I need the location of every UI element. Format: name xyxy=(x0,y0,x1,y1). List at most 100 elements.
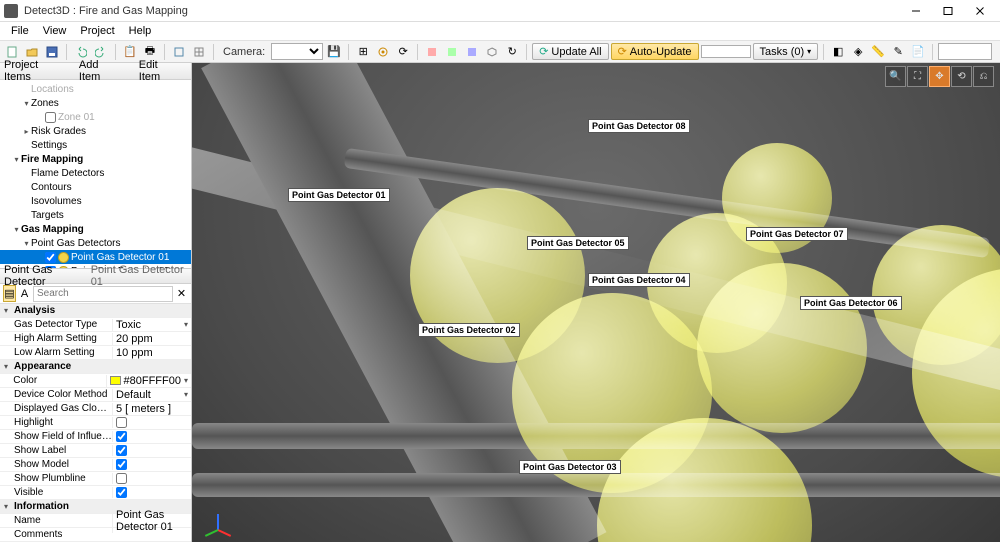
prop-row[interactable]: Visible xyxy=(0,486,191,500)
axis-x-icon[interactable] xyxy=(423,43,441,61)
property-search-input[interactable] xyxy=(33,286,173,302)
vp-reset-icon[interactable]: ⎌ xyxy=(973,66,994,87)
tree-node[interactable]: ▾Zones xyxy=(0,96,191,110)
camera-save-icon[interactable]: 💾 xyxy=(325,43,343,61)
axis-iso-icon[interactable] xyxy=(483,43,501,61)
prop-row[interactable]: Gas Detector TypeToxic▾ xyxy=(0,318,191,332)
tree-node[interactable]: ▾Fire Mapping xyxy=(0,152,191,166)
view-home-icon[interactable]: ⊞ xyxy=(354,43,372,61)
prop-row[interactable]: NamePoint Gas Detector 01 xyxy=(0,514,191,528)
vp-rotate-icon[interactable]: ⟲ xyxy=(951,66,972,87)
view-refresh-icon[interactable]: ⟳ xyxy=(394,43,412,61)
prop-value[interactable]: 10 ppm xyxy=(112,347,191,359)
detector-label[interactable]: Point Gas Detector 03 xyxy=(519,460,621,474)
prop-row[interactable]: Highlight xyxy=(0,416,191,430)
dropdown-icon[interactable]: ▾ xyxy=(184,390,191,399)
prop-row[interactable]: Color#80FFFF00▾ xyxy=(0,374,191,388)
tree-node[interactable]: ▾Point Gas Detectors xyxy=(0,236,191,250)
menu-help[interactable]: Help xyxy=(122,23,159,39)
prop-value[interactable]: Toxic▾ xyxy=(112,319,191,331)
detector-label[interactable]: Point Gas Detector 04 xyxy=(588,273,690,287)
tree-node[interactable]: Settings xyxy=(0,138,191,152)
update-all-button[interactable]: ⟳Update All xyxy=(532,43,608,60)
prop-value[interactable]: #80FFFF00▾ xyxy=(106,375,191,387)
maximize-button[interactable] xyxy=(932,0,964,22)
prop-value[interactable] xyxy=(112,487,191,498)
prop-clear-icon[interactable]: ✕ xyxy=(175,285,188,302)
tree-node[interactable]: Zone 01 xyxy=(0,110,191,124)
prop-alpha-icon[interactable]: A xyxy=(18,285,31,302)
detector-label[interactable]: Point Gas Detector 05 xyxy=(527,236,629,250)
tool2-icon[interactable]: ◈ xyxy=(849,43,867,61)
prop-row[interactable]: Show Model xyxy=(0,458,191,472)
axis-y-icon[interactable] xyxy=(443,43,461,61)
tree-checkbox[interactable] xyxy=(45,252,56,263)
vp-zoomfit-icon[interactable]: ⛶ xyxy=(907,66,928,87)
tasks-button[interactable]: Tasks (0)▾ xyxy=(753,43,819,60)
prop-checkbox[interactable] xyxy=(116,431,127,442)
prop-checkbox[interactable] xyxy=(116,473,127,484)
tree-node[interactable]: Point Gas Detector 01 xyxy=(0,250,191,264)
detector-label[interactable]: Point Gas Detector 01 xyxy=(288,188,390,202)
prop-value[interactable] xyxy=(112,459,191,470)
tree-node[interactable]: Isovolumes xyxy=(0,194,191,208)
report-icon[interactable]: 📄 xyxy=(909,43,927,61)
save-icon[interactable] xyxy=(43,43,61,61)
prop-value[interactable]: 5 [ meters ] xyxy=(112,403,191,415)
tree-node[interactable]: Locations xyxy=(0,82,191,96)
detector-label[interactable]: Point Gas Detector 02 xyxy=(418,323,520,337)
tree-checkbox[interactable] xyxy=(45,112,56,123)
tool1-icon[interactable]: ◧ xyxy=(829,43,847,61)
tree-node[interactable]: ▸Risk Grades xyxy=(0,124,191,138)
vp-move-icon[interactable]: ✥ xyxy=(929,66,950,87)
pencil-icon[interactable]: ✎ xyxy=(889,43,907,61)
detector-label[interactable]: Point Gas Detector 06 xyxy=(800,296,902,310)
prop-value[interactable] xyxy=(112,431,191,442)
menu-view[interactable]: View xyxy=(36,23,74,39)
menu-file[interactable]: File xyxy=(4,23,36,39)
tree-node[interactable]: Targets xyxy=(0,208,191,222)
detector-label[interactable]: Point Gas Detector 08 xyxy=(588,119,690,133)
tree-node[interactable]: Contours xyxy=(0,180,191,194)
prop-row[interactable]: Show Field of Influence xyxy=(0,430,191,444)
prop-checkbox[interactable] xyxy=(116,417,127,428)
vp-search-icon[interactable]: 🔍 xyxy=(885,66,906,87)
spin-icon[interactable]: ↻ xyxy=(503,43,521,61)
prop-row[interactable]: Displayed Gas Cloud D…5 [ meters ] xyxy=(0,402,191,416)
new-icon[interactable] xyxy=(3,43,21,61)
camera-combo[interactable] xyxy=(271,43,323,60)
prop-checkbox[interactable] xyxy=(116,459,127,470)
prop-row[interactable]: High Alarm Setting20 ppm xyxy=(0,332,191,346)
toolbar-search-input[interactable] xyxy=(938,43,992,60)
prop-value[interactable]: Default▾ xyxy=(112,389,191,401)
dropdown-icon[interactable]: ▾ xyxy=(184,320,191,329)
prop-categorized-icon[interactable]: ▤ xyxy=(3,285,16,302)
dropdown-icon[interactable]: ▾ xyxy=(184,376,191,385)
prop-row[interactable]: Show Plumbline xyxy=(0,472,191,486)
prop-row[interactable]: Low Alarm Setting10 ppm xyxy=(0,346,191,360)
auto-update-button[interactable]: ⟳Auto-Update xyxy=(611,43,699,60)
prop-row[interactable]: Device Color MethodDefault▾ xyxy=(0,388,191,402)
property-grid[interactable]: ▾AnalysisGas Detector TypeToxic▾High Ala… xyxy=(0,304,191,542)
project-tree[interactable]: Locations▾ZonesZone 01▸Risk GradesSettin… xyxy=(0,80,191,268)
prop-value[interactable] xyxy=(112,473,191,484)
prop-checkbox[interactable] xyxy=(116,445,127,456)
tree-node[interactable]: Flame Detectors xyxy=(0,166,191,180)
open-icon[interactable] xyxy=(23,43,41,61)
detector-label[interactable]: Point Gas Detector 07 xyxy=(746,227,848,241)
menu-project[interactable]: Project xyxy=(73,23,121,39)
tree-node[interactable]: ▾Gas Mapping xyxy=(0,222,191,236)
minimize-button[interactable] xyxy=(900,0,932,22)
3d-viewport[interactable]: Point Gas Detector 01 Point Gas Detector … xyxy=(192,63,1000,542)
measure-icon[interactable]: 📏 xyxy=(869,43,887,61)
prop-row[interactable]: Comments xyxy=(0,528,191,542)
axis-z-icon[interactable] xyxy=(463,43,481,61)
prop-checkbox[interactable] xyxy=(116,487,127,498)
prop-value[interactable]: 20 ppm xyxy=(112,333,191,345)
view-orbit-icon[interactable] xyxy=(374,43,392,61)
grid-icon[interactable] xyxy=(190,43,208,61)
prop-row[interactable]: Show Label xyxy=(0,444,191,458)
prop-value[interactable] xyxy=(112,445,191,456)
prop-value[interactable] xyxy=(112,417,191,428)
close-button[interactable] xyxy=(964,0,996,22)
